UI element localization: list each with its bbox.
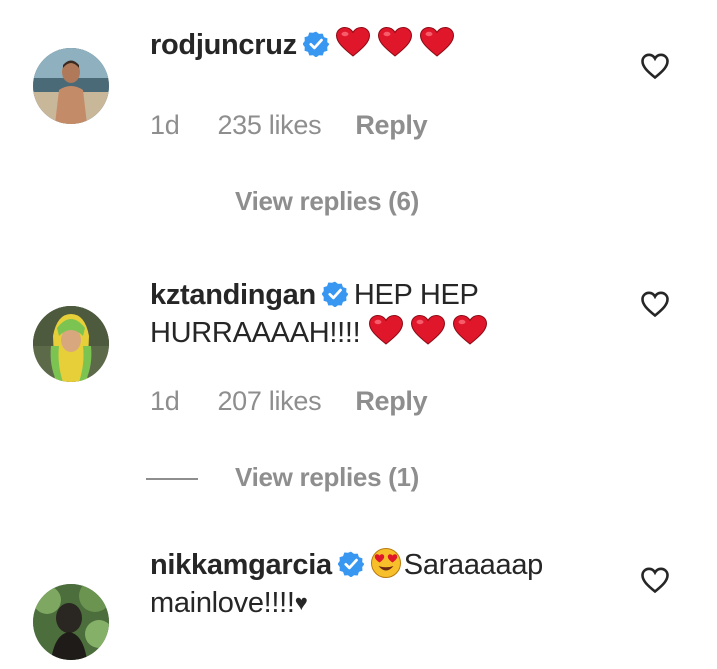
replies-divider-line — [146, 478, 198, 480]
view-replies-button[interactable]: View replies (1) — [235, 462, 419, 493]
heart-eyes-emoji-icon — [370, 547, 402, 579]
avatar-photo-icon — [33, 584, 109, 660]
comment-text: nikkamgarcia Saraaaaap mainlove!!!!♥ — [150, 546, 620, 622]
black-heart-symbol: ♥ — [294, 590, 308, 615]
red-heart-emoji-icon — [335, 26, 371, 58]
comment-text-line: mainlove!!!! — [150, 587, 295, 619]
comment-timestamp[interactable]: 1d — [150, 386, 180, 416]
verified-badge-icon — [322, 281, 348, 307]
comment-text-line: Saraaaaap — [403, 549, 544, 581]
like-heart-icon[interactable] — [640, 52, 670, 80]
username[interactable]: rodjuncruz — [150, 29, 297, 61]
red-heart-emoji-icon — [368, 314, 404, 346]
red-heart-emoji-icon — [377, 26, 413, 58]
verified-badge-icon — [338, 551, 364, 577]
comment-meta: 1d 207 likes Reply — [150, 386, 461, 417]
red-heart-emoji-icon — [410, 314, 446, 346]
comment-meta: 1d 235 likes Reply — [150, 110, 461, 141]
avatar[interactable] — [33, 48, 109, 124]
verified-badge-icon — [303, 31, 329, 57]
likes-count[interactable]: 207 likes — [217, 386, 321, 416]
reply-button[interactable]: Reply — [355, 386, 427, 416]
view-replies-button[interactable]: View replies (6) — [235, 186, 419, 217]
avatar-photo-icon — [33, 48, 109, 124]
comment-text: rodjuncruz — [150, 26, 620, 64]
avatar[interactable] — [33, 584, 109, 660]
avatar-photo-icon — [33, 306, 109, 382]
comment-text-line: HURRAAAAH!!!! — [150, 317, 361, 349]
red-heart-emoji-icon — [419, 26, 455, 58]
comment-text: kztandingan HEP HEP HURRAAAAH!!!! — [150, 276, 620, 352]
likes-count[interactable]: 235 likes — [217, 110, 321, 140]
like-heart-icon[interactable] — [640, 290, 670, 318]
reply-button[interactable]: Reply — [355, 110, 427, 140]
like-heart-icon[interactable] — [640, 566, 670, 594]
comment-text-line: HEP HEP — [353, 279, 479, 311]
username[interactable]: nikkamgarcia — [150, 549, 332, 581]
red-heart-emoji-icon — [452, 314, 488, 346]
avatar[interactable] — [33, 306, 109, 382]
comment-timestamp[interactable]: 1d — [150, 110, 180, 140]
username[interactable]: kztandingan — [150, 279, 316, 311]
